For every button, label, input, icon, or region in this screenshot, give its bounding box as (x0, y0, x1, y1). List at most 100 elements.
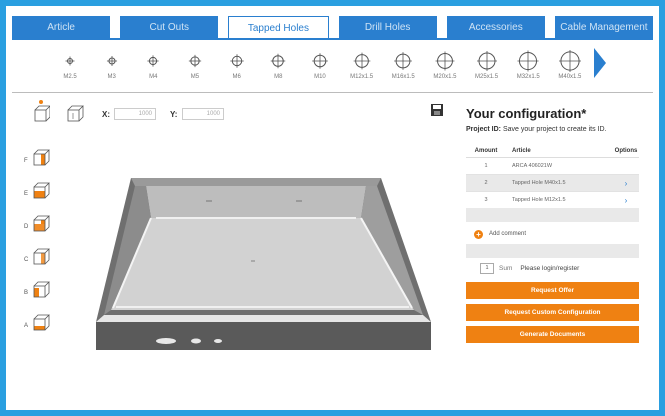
tab-cable-management[interactable]: Cable Management (554, 16, 654, 38)
size-option[interactable]: M10 (300, 50, 340, 84)
size-option[interactable]: M32x1.5 (508, 50, 548, 84)
row-amount: 2 (484, 180, 488, 186)
tab-cut-outs[interactable]: Cut Outs (120, 16, 219, 38)
size-label: M12x1.5 (350, 74, 374, 80)
tab-bar: Article Cut Outs Tapped Holes Drill Hole… (12, 16, 654, 40)
side-letter: D (24, 224, 29, 230)
side-cube-icon[interactable] (30, 147, 50, 174)
y-label: Y: (170, 110, 178, 119)
side-cube-icon[interactable] (30, 279, 50, 306)
tapped-hole-icon (188, 54, 202, 68)
tapped-hole-icon (394, 52, 413, 70)
row-options-chevron-icon[interactable]: › (613, 196, 639, 205)
project-id-line: Project ID: Save your project to create … (466, 126, 606, 133)
tapped-hole-icon (106, 55, 117, 67)
table-row[interactable]: 3 Tapped Hole M12x1.5 › (466, 192, 639, 209)
sum-row: 1 Sum Please login/register (480, 262, 579, 274)
tapped-hole-icon (229, 54, 244, 68)
x-label: X: (102, 110, 110, 119)
size-label: M8 (274, 74, 283, 80)
size-option[interactable]: M5 (175, 50, 215, 84)
empty-table-row (466, 208, 639, 222)
size-option[interactable]: M40x1.5 (550, 50, 590, 84)
sum-count: 1 (480, 262, 494, 274)
tapped-hole-icon (435, 51, 455, 71)
size-label: M10 (314, 74, 326, 80)
tapped-hole-icon (147, 55, 159, 67)
size-label: M6 (232, 74, 241, 80)
size-label: M5 (190, 74, 200, 80)
size-label: M25x1.5 (475, 74, 499, 80)
size-option[interactable]: M20x1.5 (425, 50, 465, 84)
row-options-chevron-icon[interactable]: › (613, 179, 639, 188)
size-option[interactable]: M6 (217, 50, 257, 84)
generate-documents-button[interactable]: Generate Documents (466, 326, 639, 343)
row-article: Tapped Hole M12x1.5 (512, 197, 566, 203)
side-letter: E (24, 191, 29, 197)
size-option[interactable]: M8 (258, 50, 298, 84)
side-letter: C (24, 257, 29, 263)
side-letter: B (24, 290, 29, 296)
size-label: M32x1.5 (516, 74, 540, 80)
size-label: M16x1.5 (391, 74, 415, 80)
side-cube-icon[interactable] (30, 246, 50, 273)
size-option[interactable]: M25x1.5 (467, 50, 507, 84)
sum-label: Sum (499, 264, 513, 272)
tapped-hole-icon (353, 52, 370, 70)
table-row[interactable]: 2 Tapped Hole M40x1.5 › (466, 175, 639, 192)
size-option[interactable]: M3 (92, 50, 132, 84)
side-cube-icon[interactable] (30, 213, 50, 240)
tab-tapped-holes[interactable]: Tapped Holes (228, 16, 329, 40)
project-id-hint: Save your project to create its ID. (502, 126, 607, 133)
size-label: M40x1.5 (558, 74, 582, 80)
configuration-title: Your configuration* (466, 106, 587, 121)
size-label: M2.5 (63, 74, 77, 80)
tapped-hole-icon (65, 56, 75, 66)
section-divider (12, 92, 653, 93)
y-coordinate-input[interactable]: 1000 (182, 108, 224, 120)
tapped-hole-icon (312, 53, 328, 69)
side-cube-icon[interactable] (30, 312, 50, 339)
view-cube-icon[interactable] (66, 100, 84, 128)
row-article: Tapped Hole M40x1.5 (512, 180, 566, 186)
comment-row (466, 244, 639, 258)
row-amount: 1 (484, 163, 488, 169)
side-letter: A (24, 323, 29, 329)
header-options: Options (614, 147, 638, 154)
size-option[interactable]: M4 (133, 50, 173, 84)
tapped-hole-icon (271, 53, 286, 69)
size-label: M20x1.5 (433, 74, 457, 80)
add-comment-label: Add comment (489, 231, 527, 237)
project-id-label: Project ID: (466, 126, 502, 133)
table-row[interactable]: 1 ARCA 406021W (466, 158, 639, 175)
header-article: Article (512, 147, 531, 154)
side-cube-icon[interactable] (30, 180, 50, 207)
request-custom-configuration-button[interactable]: Request Custom Configuration (466, 304, 639, 321)
tab-underline (12, 38, 653, 40)
login-register-link[interactable]: Please login/register (520, 265, 579, 272)
size-label: M3 (107, 74, 116, 80)
configuration-table: Amount Article Options 1 ARCA 406021W 2 … (466, 144, 639, 209)
size-label: M4 (149, 74, 158, 80)
plus-icon: + (474, 229, 483, 239)
table-header: Amount Article Options (466, 144, 639, 158)
add-hole-cube-icon[interactable] (32, 98, 50, 128)
enclosure-3d-viewer[interactable] (86, 160, 446, 355)
size-option[interactable]: M2.5 (50, 50, 90, 84)
tapped-hole-icon (517, 50, 539, 72)
side-letter: F (24, 158, 28, 164)
save-icon[interactable] (430, 103, 444, 117)
size-option[interactable]: M12x1.5 (342, 50, 382, 84)
request-offer-button[interactable]: Request Offer (466, 282, 639, 299)
next-arrow-icon[interactable] (592, 46, 608, 80)
tab-accessories[interactable]: Accessories (446, 16, 545, 38)
tab-article[interactable]: Article (12, 16, 111, 38)
tapped-hole-icon (558, 50, 581, 72)
x-coordinate-input[interactable]: 1000 (114, 108, 156, 120)
header-amount: Amount (474, 147, 498, 154)
tapped-hole-icon (476, 51, 497, 71)
tab-drill-holes[interactable]: Drill Holes (338, 16, 437, 38)
size-option[interactable]: M16x1.5 (383, 50, 423, 84)
row-article: ARCA 406021W (512, 163, 553, 169)
add-comment-button[interactable]: + Add comment (466, 226, 526, 242)
